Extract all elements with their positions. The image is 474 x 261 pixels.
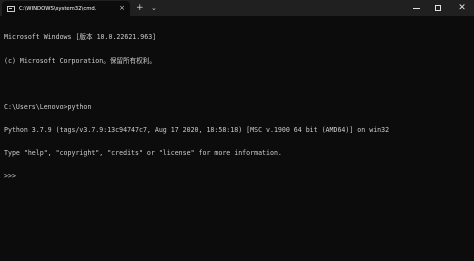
maximize-icon (435, 5, 441, 11)
terminal-line: Microsoft Windows [版本 10.0.22621.963] (4, 33, 157, 42)
terminal-line: C:\Users\Lenovo>python (4, 102, 92, 111)
minimize-button[interactable] (405, 0, 427, 16)
terminal-window: C:\WINDOWS\system32\cmd. × + ⌄ ✕ Microso… (0, 0, 474, 261)
terminal-icon (7, 5, 15, 12)
minimize-icon (412, 7, 420, 9)
tab-cmd[interactable]: C:\WINDOWS\system32\cmd. × (2, 1, 130, 16)
title-bar[interactable]: C:\WINDOWS\system32\cmd. × + ⌄ ✕ (0, 0, 474, 16)
close-icon: ✕ (458, 3, 466, 13)
close-button[interactable]: ✕ (451, 0, 473, 16)
new-tab-button[interactable]: + (136, 2, 144, 14)
terminal-prompt[interactable]: >>> (4, 172, 470, 181)
tab-close-icon[interactable]: × (119, 5, 125, 12)
tab-title: C:\WINDOWS\system32\cmd. (19, 5, 97, 12)
chevron-down-icon[interactable]: ⌄ (151, 2, 157, 14)
terminal-line: Type "help", "copyright", "credits" or "… (4, 148, 282, 157)
terminal-line: (c) Microsoft Corporation。保留所有权利。 (4, 56, 156, 65)
terminal-line: Python 3.7.9 (tags/v3.7.9:13c94747c7, Au… (4, 125, 390, 134)
terminal-output[interactable]: Microsoft Windows [版本 10.0.22621.963] (c… (4, 19, 470, 196)
maximize-button[interactable] (427, 0, 449, 16)
